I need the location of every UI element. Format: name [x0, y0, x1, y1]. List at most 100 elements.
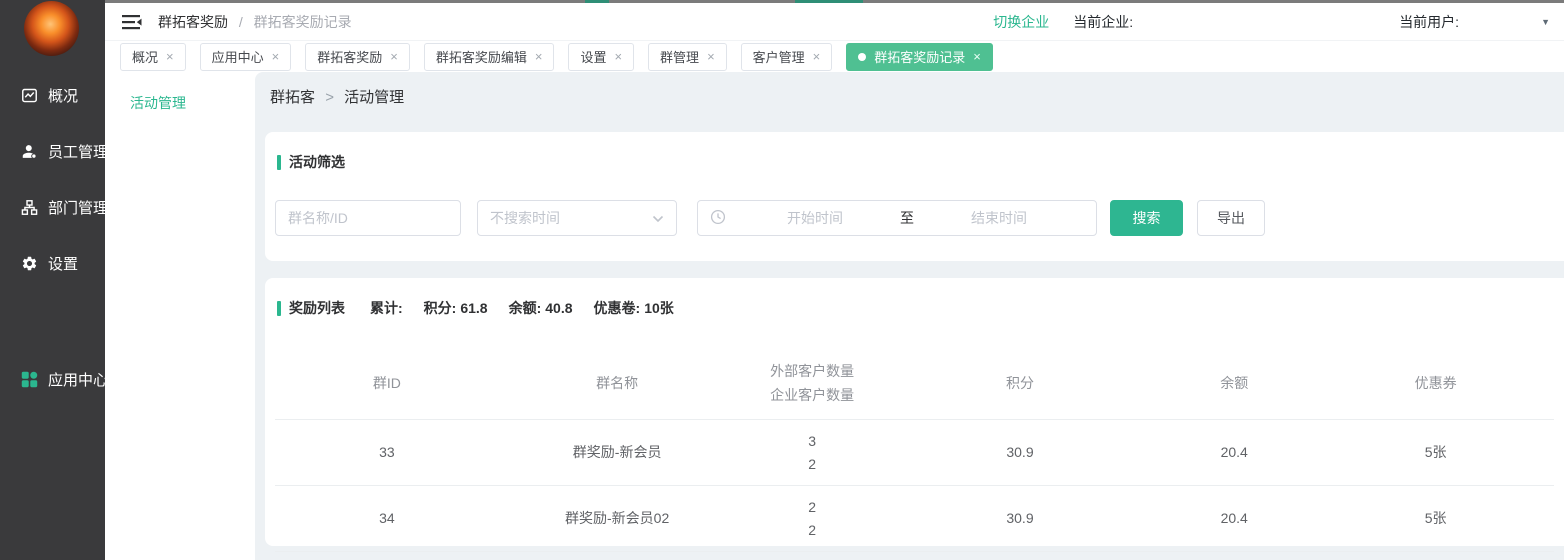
secondary-sidebar: 活动管理 — [105, 72, 255, 560]
range-separator: 至 — [900, 208, 914, 228]
tab-settings[interactable]: 设置× — [568, 43, 634, 71]
sidebar-item-settings[interactable]: 设置 — [21, 253, 78, 274]
sidebar-item-employees[interactable]: 员工管理 — [21, 141, 108, 162]
tab-customer-management[interactable]: 客户管理× — [741, 43, 833, 71]
col-group-id: 群ID — [275, 347, 499, 420]
summary-total-label: 累计: — [370, 298, 403, 318]
tab-group-management[interactable]: 群管理× — [648, 43, 727, 71]
rewards-list-card: 奖励列表 累计: 积分:61.8 余额:40.8 优惠卷:10张 群ID 群名称 — [265, 278, 1564, 546]
export-button[interactable]: 导出 — [1197, 200, 1265, 236]
group-name-input[interactable] — [275, 200, 461, 236]
collapse-menu-icon[interactable] — [122, 14, 142, 30]
chevron-down-icon — [652, 210, 664, 226]
summary-balance: 余额:40.8 — [509, 298, 573, 318]
top-header: 群拓客奖励 / 群拓客奖励记录 切换企业 当前企业: 当前用户: ▼ — [105, 3, 1564, 41]
filter-section-head: 活动筛选 — [265, 132, 1564, 172]
sidebar-item-label: 员工管理 — [48, 141, 108, 162]
table-row: 33 群奖励-新会员 3 2 30.9 20.4 5张 — [275, 420, 1554, 486]
window-edge — [0, 0, 1564, 3]
col-points: 积分 — [889, 347, 1151, 420]
start-time-input[interactable] — [730, 209, 900, 227]
cell-balance: 20.4 — [1151, 420, 1317, 486]
sidebar-item-label: 设置 — [48, 253, 78, 274]
list-section-head: 奖励列表 累计: 积分:61.8 余额:40.8 优惠卷:10张 — [265, 278, 1564, 318]
window-edge-accent — [585, 0, 609, 3]
close-icon[interactable]: × — [535, 50, 543, 63]
cell-customer-counts: 3 2 — [735, 420, 888, 486]
filter-row: 不搜索时间 至 搜索 导出 — [275, 200, 1564, 236]
col-group-name: 群名称 — [499, 347, 736, 420]
close-icon[interactable]: × — [973, 50, 981, 63]
time-type-select-value: 不搜索时间 — [490, 208, 560, 228]
section-accent-bar — [277, 301, 281, 316]
breadcrumb-separator: / — [239, 14, 243, 30]
sidebar-item-label: 部门管理 — [48, 197, 108, 218]
tab-overview[interactable]: 概况× — [120, 43, 186, 71]
filter-title: 活动筛选 — [289, 152, 345, 172]
sidebar-item-label: 概况 — [48, 85, 78, 106]
sidebar-item-app-center[interactable]: 应用中心 — [21, 369, 108, 390]
close-icon[interactable]: × — [272, 50, 280, 63]
submenu-item-activity-management[interactable]: 活动管理 — [105, 93, 255, 113]
active-dot-icon — [858, 53, 866, 61]
filter-card: 活动筛选 不搜索时间 至 搜索 — [265, 132, 1564, 261]
page-breadcrumb-separator: > — [325, 89, 334, 106]
clock-icon — [710, 209, 726, 228]
col-balance: 余额 — [1151, 347, 1317, 420]
current-user-label: 当前用户: — [1399, 12, 1459, 32]
cell-points: 30.9 — [889, 486, 1151, 552]
tab-bar: 概况× 应用中心× 群拓客奖励× 群拓客奖励编辑× 设置× 群管理× 客户管理×… — [105, 41, 1564, 72]
avatar[interactable] — [24, 1, 79, 56]
tab-group-reward-records-active[interactable]: 群拓客奖励记录× — [846, 43, 993, 71]
sidebar-item-label: 应用中心 — [48, 369, 108, 390]
col-customer-counts: 外部客户数量 企业客户数量 — [735, 347, 888, 420]
col-coupons: 优惠券 — [1317, 347, 1554, 420]
close-icon[interactable]: × — [813, 50, 821, 63]
cell-group-id: 34 — [275, 486, 499, 552]
end-time-input[interactable] — [914, 209, 1084, 227]
page-breadcrumb-parent[interactable]: 群拓客 — [270, 89, 315, 106]
table-header-row: 群ID 群名称 外部客户数量 企业客户数量 积分 余额 优惠券 — [275, 347, 1554, 420]
workspace: 活动管理 群拓客 > 活动管理 活动筛选 不搜索时间 — [105, 72, 1564, 560]
table-row: 34 群奖励-新会员02 2 2 30.9 20.4 5张 — [275, 486, 1554, 552]
time-type-select[interactable]: 不搜索时间 — [477, 200, 677, 236]
summary-points: 积分:61.8 — [424, 298, 488, 318]
gear-icon — [21, 255, 38, 272]
chevron-down-icon[interactable]: ▼ — [1541, 17, 1550, 27]
summary-coupons: 优惠卷:10张 — [594, 298, 674, 318]
cell-balance: 20.4 — [1151, 486, 1317, 552]
department-icon — [21, 199, 38, 216]
window-edge-accent — [795, 0, 863, 3]
cell-group-name: 群奖励-新会员 — [499, 420, 736, 486]
rewards-table: 群ID 群名称 外部客户数量 企业客户数量 积分 余额 优惠券 33 — [275, 347, 1554, 552]
close-icon[interactable]: × — [390, 50, 398, 63]
date-range-picker[interactable]: 至 — [697, 200, 1097, 236]
chart-icon — [21, 87, 38, 104]
cell-group-name: 群奖励-新会员02 — [499, 486, 736, 552]
cell-points: 30.9 — [889, 420, 1151, 486]
switch-company-link[interactable]: 切换企业 — [993, 12, 1049, 32]
breadcrumb: 群拓客奖励 / 群拓客奖励记录 — [158, 12, 352, 32]
close-icon[interactable]: × — [166, 50, 174, 63]
close-icon[interactable]: × — [614, 50, 622, 63]
apps-grid-icon — [21, 371, 38, 388]
page-content: 群拓客 > 活动管理 活动筛选 不搜索时间 — [255, 72, 1564, 560]
sidebar-item-overview[interactable]: 概况 — [21, 85, 78, 106]
cell-coupons: 5张 — [1317, 486, 1554, 552]
section-accent-bar — [277, 155, 281, 170]
page-breadcrumb: 群拓客 > 活动管理 — [270, 86, 1564, 107]
cell-customer-counts: 2 2 — [735, 486, 888, 552]
breadcrumb-parent[interactable]: 群拓客奖励 — [158, 14, 228, 30]
breadcrumb-current: 群拓客奖励记录 — [254, 14, 352, 30]
cell-group-id: 33 — [275, 420, 499, 486]
tab-app-center[interactable]: 应用中心× — [200, 43, 292, 71]
close-icon[interactable]: × — [707, 50, 715, 63]
search-button[interactable]: 搜索 — [1110, 200, 1183, 236]
tab-group-rewards-edit[interactable]: 群拓客奖励编辑× — [424, 43, 555, 71]
cell-coupons: 5张 — [1317, 420, 1554, 486]
employee-icon — [21, 143, 38, 160]
list-title: 奖励列表 — [289, 298, 345, 318]
tab-group-rewards[interactable]: 群拓客奖励× — [305, 43, 410, 71]
page-breadcrumb-current: 活动管理 — [344, 89, 404, 106]
sidebar-item-departments[interactable]: 部门管理 — [21, 197, 108, 218]
